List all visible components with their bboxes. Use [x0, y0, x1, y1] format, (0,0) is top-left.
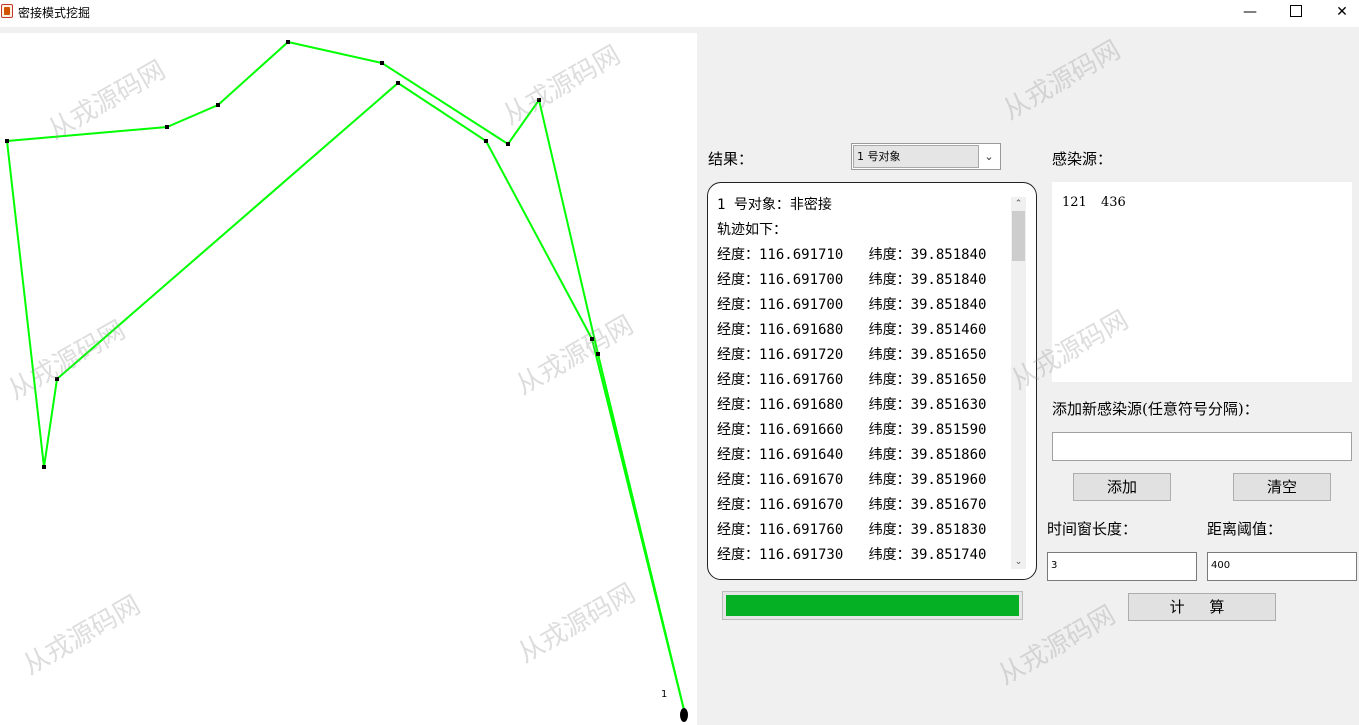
- track-point: [506, 142, 510, 146]
- java-app-icon: [1, 4, 13, 18]
- new-source-input[interactable]: [1052, 432, 1352, 461]
- object-select[interactable]: 1 号对象 ⌄: [851, 143, 1001, 170]
- track-point: [537, 98, 541, 102]
- time-window-input[interactable]: 3: [1047, 552, 1197, 581]
- progress-bar: [722, 591, 1023, 620]
- progress-fill: [726, 595, 1019, 616]
- minimize-button[interactable]: —: [1227, 0, 1273, 27]
- track-point: [286, 40, 290, 44]
- track-point: [484, 139, 488, 143]
- calculate-button[interactable]: 计 算: [1128, 593, 1276, 621]
- scroll-down-icon[interactable]: ⌄: [1011, 555, 1026, 569]
- track-point: [380, 61, 384, 65]
- watermark: 从戎源码网: [998, 35, 1126, 127]
- track-point: [396, 81, 400, 85]
- object-marker: [680, 708, 688, 722]
- track-point: [5, 139, 9, 143]
- result-text-area[interactable]: 1 号对象：非密接 轨迹如下： 经度：116.691710 纬度：39.8518…: [707, 182, 1037, 580]
- trajectory-plot: 1: [5, 40, 688, 722]
- add-source-label: 添加新感染源(任意符号分隔)：: [1052, 400, 1259, 418]
- track-point: [55, 377, 59, 381]
- infection-source-list[interactable]: 121 436: [1052, 182, 1352, 382]
- maximize-icon: [1290, 5, 1302, 17]
- trajectory-canvas: 1: [0, 33, 697, 725]
- infection-source-label: 感染源：: [1052, 150, 1113, 168]
- object-select-value: 1 号对象: [853, 145, 979, 168]
- distance-threshold-label: 距离阈值：: [1207, 520, 1283, 538]
- result-scrollbar[interactable]: ⌃ ⌄: [1011, 197, 1026, 569]
- track-point: [590, 337, 594, 341]
- close-button[interactable]: ✕: [1319, 0, 1359, 27]
- trajectory-line-1: [6, 81, 685, 711]
- result-label: 结果：: [708, 150, 754, 168]
- time-window-label: 时间窗长度：: [1047, 520, 1138, 538]
- result-text: 1 号对象：非密接 轨迹如下： 经度：116.691710 纬度：39.8518…: [717, 197, 987, 563]
- trajectory-line-2: [6, 40, 685, 711]
- window-title: 密接模式挖掘: [18, 6, 91, 20]
- track-point: [596, 352, 600, 356]
- object-marker-label: 1: [661, 689, 667, 700]
- clear-button[interactable]: 清空: [1233, 473, 1331, 501]
- track-point: [42, 465, 46, 469]
- scroll-up-icon[interactable]: ⌃: [1011, 197, 1026, 211]
- distance-threshold-input[interactable]: 400: [1207, 552, 1357, 581]
- track-point: [165, 125, 169, 129]
- track-point: [216, 103, 220, 107]
- add-button[interactable]: 添加: [1073, 473, 1171, 501]
- scroll-thumb[interactable]: [1012, 211, 1025, 261]
- infection-source-values: 121 436: [1062, 195, 1126, 210]
- chevron-down-icon[interactable]: ⌄: [980, 146, 998, 167]
- maximize-button[interactable]: [1273, 0, 1319, 27]
- trajectory-points: [5, 40, 600, 469]
- title-bar: 密接模式挖掘 — ✕: [0, 0, 1359, 27]
